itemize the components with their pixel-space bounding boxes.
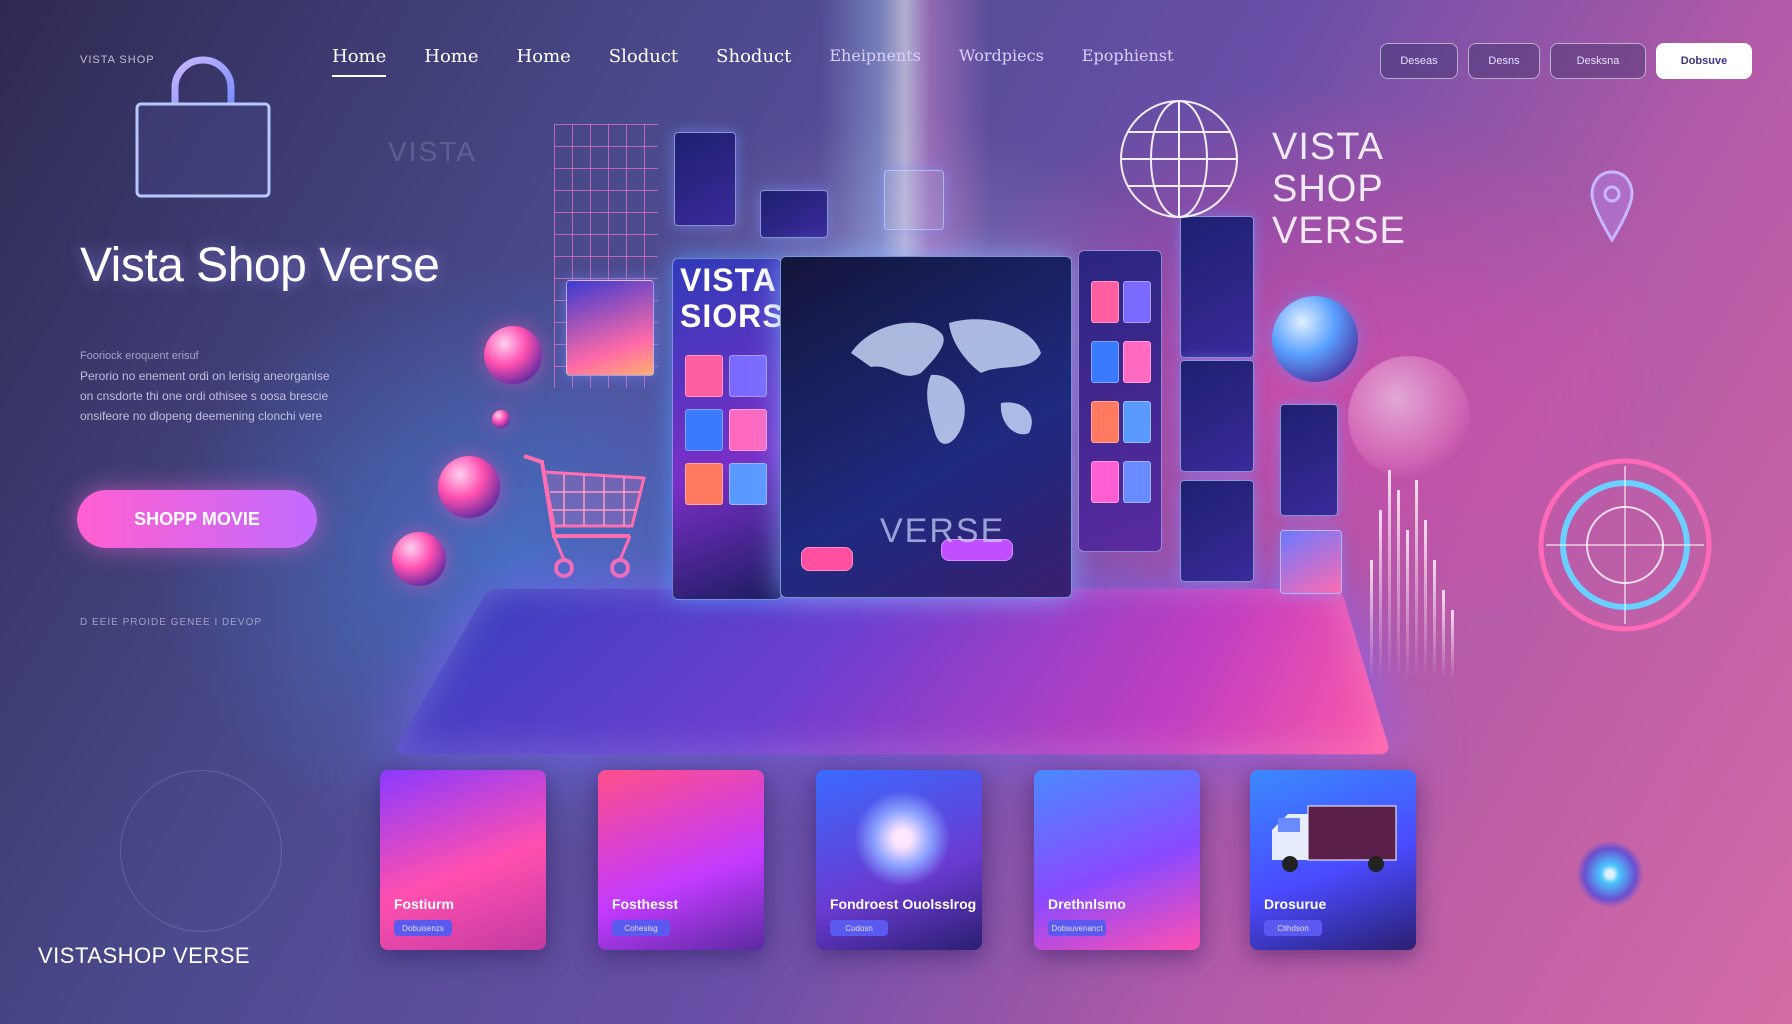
right-brand-line: VERSE bbox=[1272, 210, 1406, 252]
category-card[interactable]: Fosthesst Cohesisg bbox=[598, 770, 764, 950]
right-brand: VISTA SHOP VERSE bbox=[1272, 126, 1406, 252]
shop-now-button[interactable]: SHOPP MOVIE bbox=[77, 490, 317, 548]
category-chip[interactable]: Cohesisg bbox=[612, 920, 670, 936]
shopping-cart-icon bbox=[523, 454, 646, 578]
floating-sphere bbox=[1272, 296, 1358, 382]
floating-cube bbox=[1280, 530, 1342, 594]
floating-sphere bbox=[438, 456, 500, 518]
main-nav: Home Home Home Sloduct Shoduct Eheipnent… bbox=[332, 46, 1211, 77]
right-brand-line: VISTA bbox=[1272, 126, 1384, 168]
nav-eheipnents[interactable]: Eheipnents bbox=[829, 46, 921, 77]
target-icon bbox=[1538, 458, 1712, 632]
light-bars bbox=[1370, 450, 1500, 680]
floating-product-card bbox=[1180, 480, 1254, 582]
category-card[interactable]: Fondroest Ouolsslrog Cudosn bbox=[816, 770, 982, 950]
book-verse-text: VERSE bbox=[880, 512, 1006, 550]
holographic-platform bbox=[391, 588, 1391, 755]
shopping-bag-icon bbox=[135, 56, 271, 198]
description-line: Fooriock eroquent erisuf bbox=[80, 350, 199, 362]
hero-title: Vista Shop Verse bbox=[80, 239, 440, 292]
category-label: Drethnlsmo bbox=[1048, 896, 1126, 912]
floating-image-card bbox=[760, 190, 828, 238]
nav-wordpiecs[interactable]: Wordpiecs bbox=[959, 46, 1044, 77]
location-pin-icon bbox=[1590, 170, 1634, 243]
floating-sphere bbox=[484, 326, 542, 384]
book-right-panel bbox=[1078, 250, 1162, 552]
description-line: onsifeore no dlopeng deemening clonchi v… bbox=[80, 409, 323, 423]
floating-cube bbox=[884, 170, 944, 230]
hero-description: Fooriock eroquent erisuf Perorio no enem… bbox=[80, 346, 440, 426]
header-button-3[interactable]: Desksna bbox=[1550, 43, 1646, 79]
globe-map-icon bbox=[851, 319, 1041, 444]
category-label: Fosthesst bbox=[612, 896, 679, 912]
decorative-ring bbox=[120, 770, 282, 932]
floating-product-card bbox=[1180, 360, 1254, 472]
nav-home[interactable]: Home bbox=[332, 46, 387, 77]
ghost-brand: VISTA bbox=[388, 136, 477, 167]
category-chip[interactable]: Cudosn bbox=[830, 920, 888, 936]
header-button-primary[interactable]: Dobsuve bbox=[1656, 43, 1752, 79]
right-brand-line: SHOP bbox=[1272, 168, 1384, 210]
category-card[interactable]: Drethnlsmo Dobsuvenanct bbox=[1034, 770, 1200, 950]
footer-brand: VISTASHOP VERSE bbox=[38, 943, 251, 968]
delivery-truck-icon bbox=[1272, 805, 1397, 872]
floating-sphere bbox=[392, 532, 446, 586]
hero-meta: D EEIE PROIDE GENEE I DEVOP bbox=[80, 617, 263, 628]
nav-home-2[interactable]: Home bbox=[424, 46, 478, 77]
nav-shoduct[interactable]: Shoduct bbox=[716, 46, 791, 77]
nav-home-3[interactable]: Home bbox=[517, 46, 571, 77]
category-label: Drosurue bbox=[1264, 896, 1327, 912]
category-chip[interactable]: Dobuisenzs bbox=[394, 920, 452, 936]
glowing-orb bbox=[1577, 841, 1643, 907]
nav-epophienst[interactable]: Epophienst bbox=[1082, 46, 1174, 77]
category-card[interactable]: Drosurue Ctihdson bbox=[1250, 770, 1416, 950]
floating-product-card bbox=[1180, 216, 1254, 358]
category-chip[interactable]: Dobsuvenanct bbox=[1048, 920, 1106, 936]
category-card[interactable]: Fostiurm Dobuisenzs bbox=[380, 770, 546, 950]
description-line: Perorio no enement ordi on lerisig aneor… bbox=[80, 369, 330, 383]
nav-sloduct[interactable]: Sloduct bbox=[609, 46, 678, 77]
header-button-2[interactable]: Desns bbox=[1468, 43, 1540, 79]
floating-image-card bbox=[674, 132, 736, 226]
category-label: Fostiurm bbox=[394, 896, 454, 912]
floating-product-card bbox=[1280, 404, 1338, 516]
globe-icon bbox=[1120, 100, 1238, 218]
category-chip[interactable]: Ctihdson bbox=[1264, 920, 1322, 936]
header-actions: Deseas Desns Desksna Dobsuve bbox=[1380, 43, 1752, 79]
category-label: Fondroest Ouolsslrog bbox=[830, 896, 977, 912]
floating-sphere bbox=[492, 410, 510, 428]
header-button-1[interactable]: Deseas bbox=[1380, 43, 1458, 79]
floating-image-card bbox=[566, 280, 654, 376]
description-line: on cnsdorte thi one ordi othisee s oosa … bbox=[80, 389, 329, 403]
